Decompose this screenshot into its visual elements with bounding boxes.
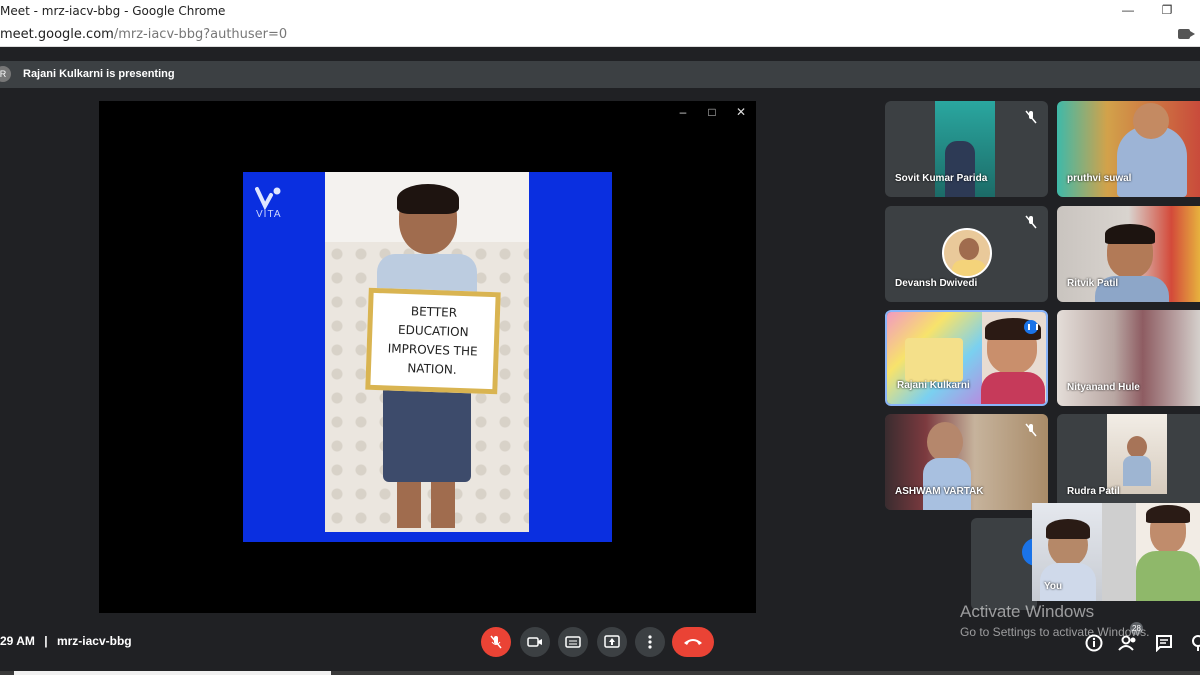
presenter-avatar: R <box>0 66 11 82</box>
participant-name: ASHWAM VARTAK <box>895 486 984 497</box>
activities-button[interactable] <box>1187 632 1200 654</box>
chat-icon <box>1156 635 1172 652</box>
leave-call-button[interactable] <box>672 627 714 657</box>
captions-icon <box>565 636 581 648</box>
participant-name: pruthvi suwal <box>1067 173 1132 184</box>
chat-button[interactable] <box>1153 632 1175 654</box>
more-options-icon <box>648 635 652 649</box>
window-title: Meet - mrz-iacv-bbg - Google Chrome <box>0 4 226 18</box>
hidden-participant-tile[interactable] <box>971 518 1037 610</box>
activate-windows-watermark: Activate Windows Go to Settings to activ… <box>960 602 1149 639</box>
more-options-button[interactable] <box>635 627 665 657</box>
close-presentation-icon[interactable]: ✕ <box>733 104 749 120</box>
presenting-label: Rajani Kulkarni is presenting <box>23 68 175 80</box>
participant-tile[interactable]: ASHWAM VARTAK <box>885 414 1048 510</box>
watermark-title: Activate Windows <box>960 602 1095 621</box>
mic-off-icon <box>1025 110 1037 124</box>
participant-tile[interactable]: Devansh Dwivedi <box>885 206 1048 302</box>
participant-tile[interactable]: pruthvi suwal <box>1057 101 1200 197</box>
activities-icon <box>1192 635 1200 651</box>
presentation-stage: – □ ✕ VITA BETTER EDUCATION IMPROVES THE… <box>99 101 756 613</box>
self-name: You <box>1044 581 1063 592</box>
fullscreen-presentation-icon[interactable]: □ <box>704 104 720 120</box>
participant-name: Rudra Patil <box>1067 486 1120 497</box>
present-icon <box>604 635 620 648</box>
presented-slide: VITA BETTER EDUCATION IMPROVES THE NATIO… <box>243 172 612 542</box>
participant-tile[interactable]: Rudra Patil <box>1057 414 1200 510</box>
camera-toggle-button[interactable] <box>520 627 550 657</box>
present-now-button[interactable] <box>597 627 627 657</box>
meeting-details[interactable]: 29 AM | mrz-iacv-bbg <box>0 634 132 648</box>
minimize-icon[interactable]: — <box>1118 2 1138 18</box>
participant-name: Ritvik Patil <box>1067 278 1119 289</box>
participant-name: Rajani Kulkarni <box>897 380 970 391</box>
participant-name: Sovit Kumar Parida <box>895 173 988 184</box>
meeting-time: 29 AM <box>0 634 35 648</box>
student-photo: BETTER EDUCATION IMPROVES THE NATION. <box>325 172 529 532</box>
mic-off-icon <box>490 635 502 649</box>
placard-text: BETTER EDUCATION IMPROVES THE NATION. <box>387 304 478 377</box>
leave-call-icon <box>684 639 702 645</box>
browser-titlebar: Meet - mrz-iacv-bbg - Google Chrome — ❐ <box>0 0 1200 22</box>
url-text[interactable]: meet.google.com/mrz-iacv-bbg?authuser=0 <box>0 27 287 42</box>
self-view-tile[interactable]: You <box>1032 503 1200 601</box>
speaking-indicator-icon <box>1024 320 1038 334</box>
address-bar[interactable]: meet.google.com/mrz-iacv-bbg?authuser=0 <box>0 22 1200 47</box>
presenting-bar: R Rajani Kulkarni is presenting <box>0 61 1200 88</box>
mic-off-icon <box>1025 215 1037 229</box>
mic-toggle-button[interactable] <box>481 627 511 657</box>
minimize-presentation-icon[interactable]: – <box>675 104 691 120</box>
url-path: /mrz-iacv-bbg?authuser=0 <box>113 27 288 42</box>
participant-tile[interactable]: Sovit Kumar Parida <box>885 101 1048 197</box>
mic-off-icon <box>1025 423 1037 437</box>
taskbar <box>0 671 1200 675</box>
vita-brand-text: VITA <box>256 209 282 220</box>
url-host: meet.google.com <box>0 27 114 42</box>
meeting-separator: | <box>44 634 48 648</box>
participant-tile[interactable]: Ritvik Patil <box>1057 206 1200 302</box>
captions-button[interactable] <box>558 627 588 657</box>
participant-tile[interactable]: Nityanand Hule <box>1057 310 1200 406</box>
placard: BETTER EDUCATION IMPROVES THE NATION. <box>365 287 501 395</box>
meeting-code: mrz-iacv-bbg <box>56 634 132 648</box>
taskbar-highlight <box>14 671 331 675</box>
participant-name: Nityanand Hule <box>1067 382 1140 393</box>
camera-in-use-icon[interactable] <box>1178 29 1195 39</box>
camera-icon <box>527 637 542 647</box>
participant-tile-active[interactable]: Rajani Kulkarni <box>885 310 1048 406</box>
participant-avatar <box>942 228 992 278</box>
participant-name: Devansh Dwivedi <box>895 278 978 289</box>
restore-icon[interactable]: ❐ <box>1157 2 1177 18</box>
watermark-subtitle: Go to Settings to activate Windows. <box>960 625 1150 639</box>
